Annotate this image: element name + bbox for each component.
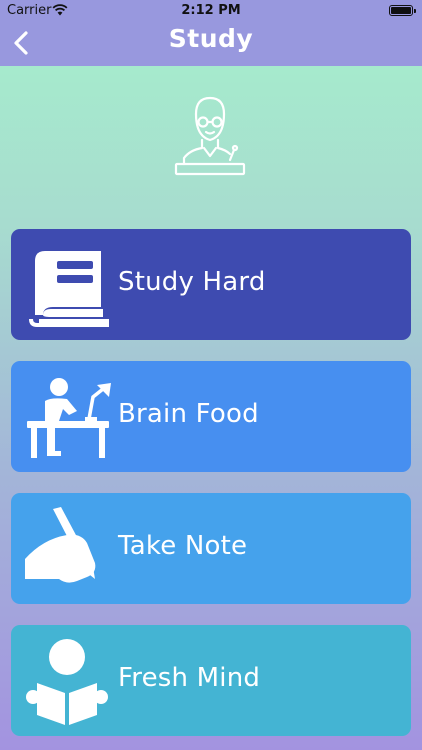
take-note-button[interactable]: Take Note	[11, 493, 411, 604]
person-reading-icon	[26, 639, 108, 725]
person-at-desk-icon	[27, 378, 111, 458]
status-time: 2:12 PM	[181, 3, 241, 18]
teacher-at-podium-icon	[174, 96, 246, 176]
status-bar: Carrier 2:12 PM	[0, 0, 422, 22]
brain-food-button[interactable]: Brain Food	[11, 361, 411, 472]
card-label: Study Hard	[118, 267, 266, 297]
fresh-mind-button[interactable]: Fresh Mind	[11, 625, 411, 736]
page-title: Study	[168, 24, 254, 53]
book-icon	[29, 251, 109, 327]
hand-writing-icon	[25, 507, 96, 583]
study-hard-button[interactable]: Study Hard	[11, 229, 411, 340]
card-label: Take Note	[118, 531, 248, 561]
card-label: Brain Food	[118, 399, 259, 429]
card-label: Fresh Mind	[118, 663, 261, 693]
battery-icon	[389, 5, 416, 16]
